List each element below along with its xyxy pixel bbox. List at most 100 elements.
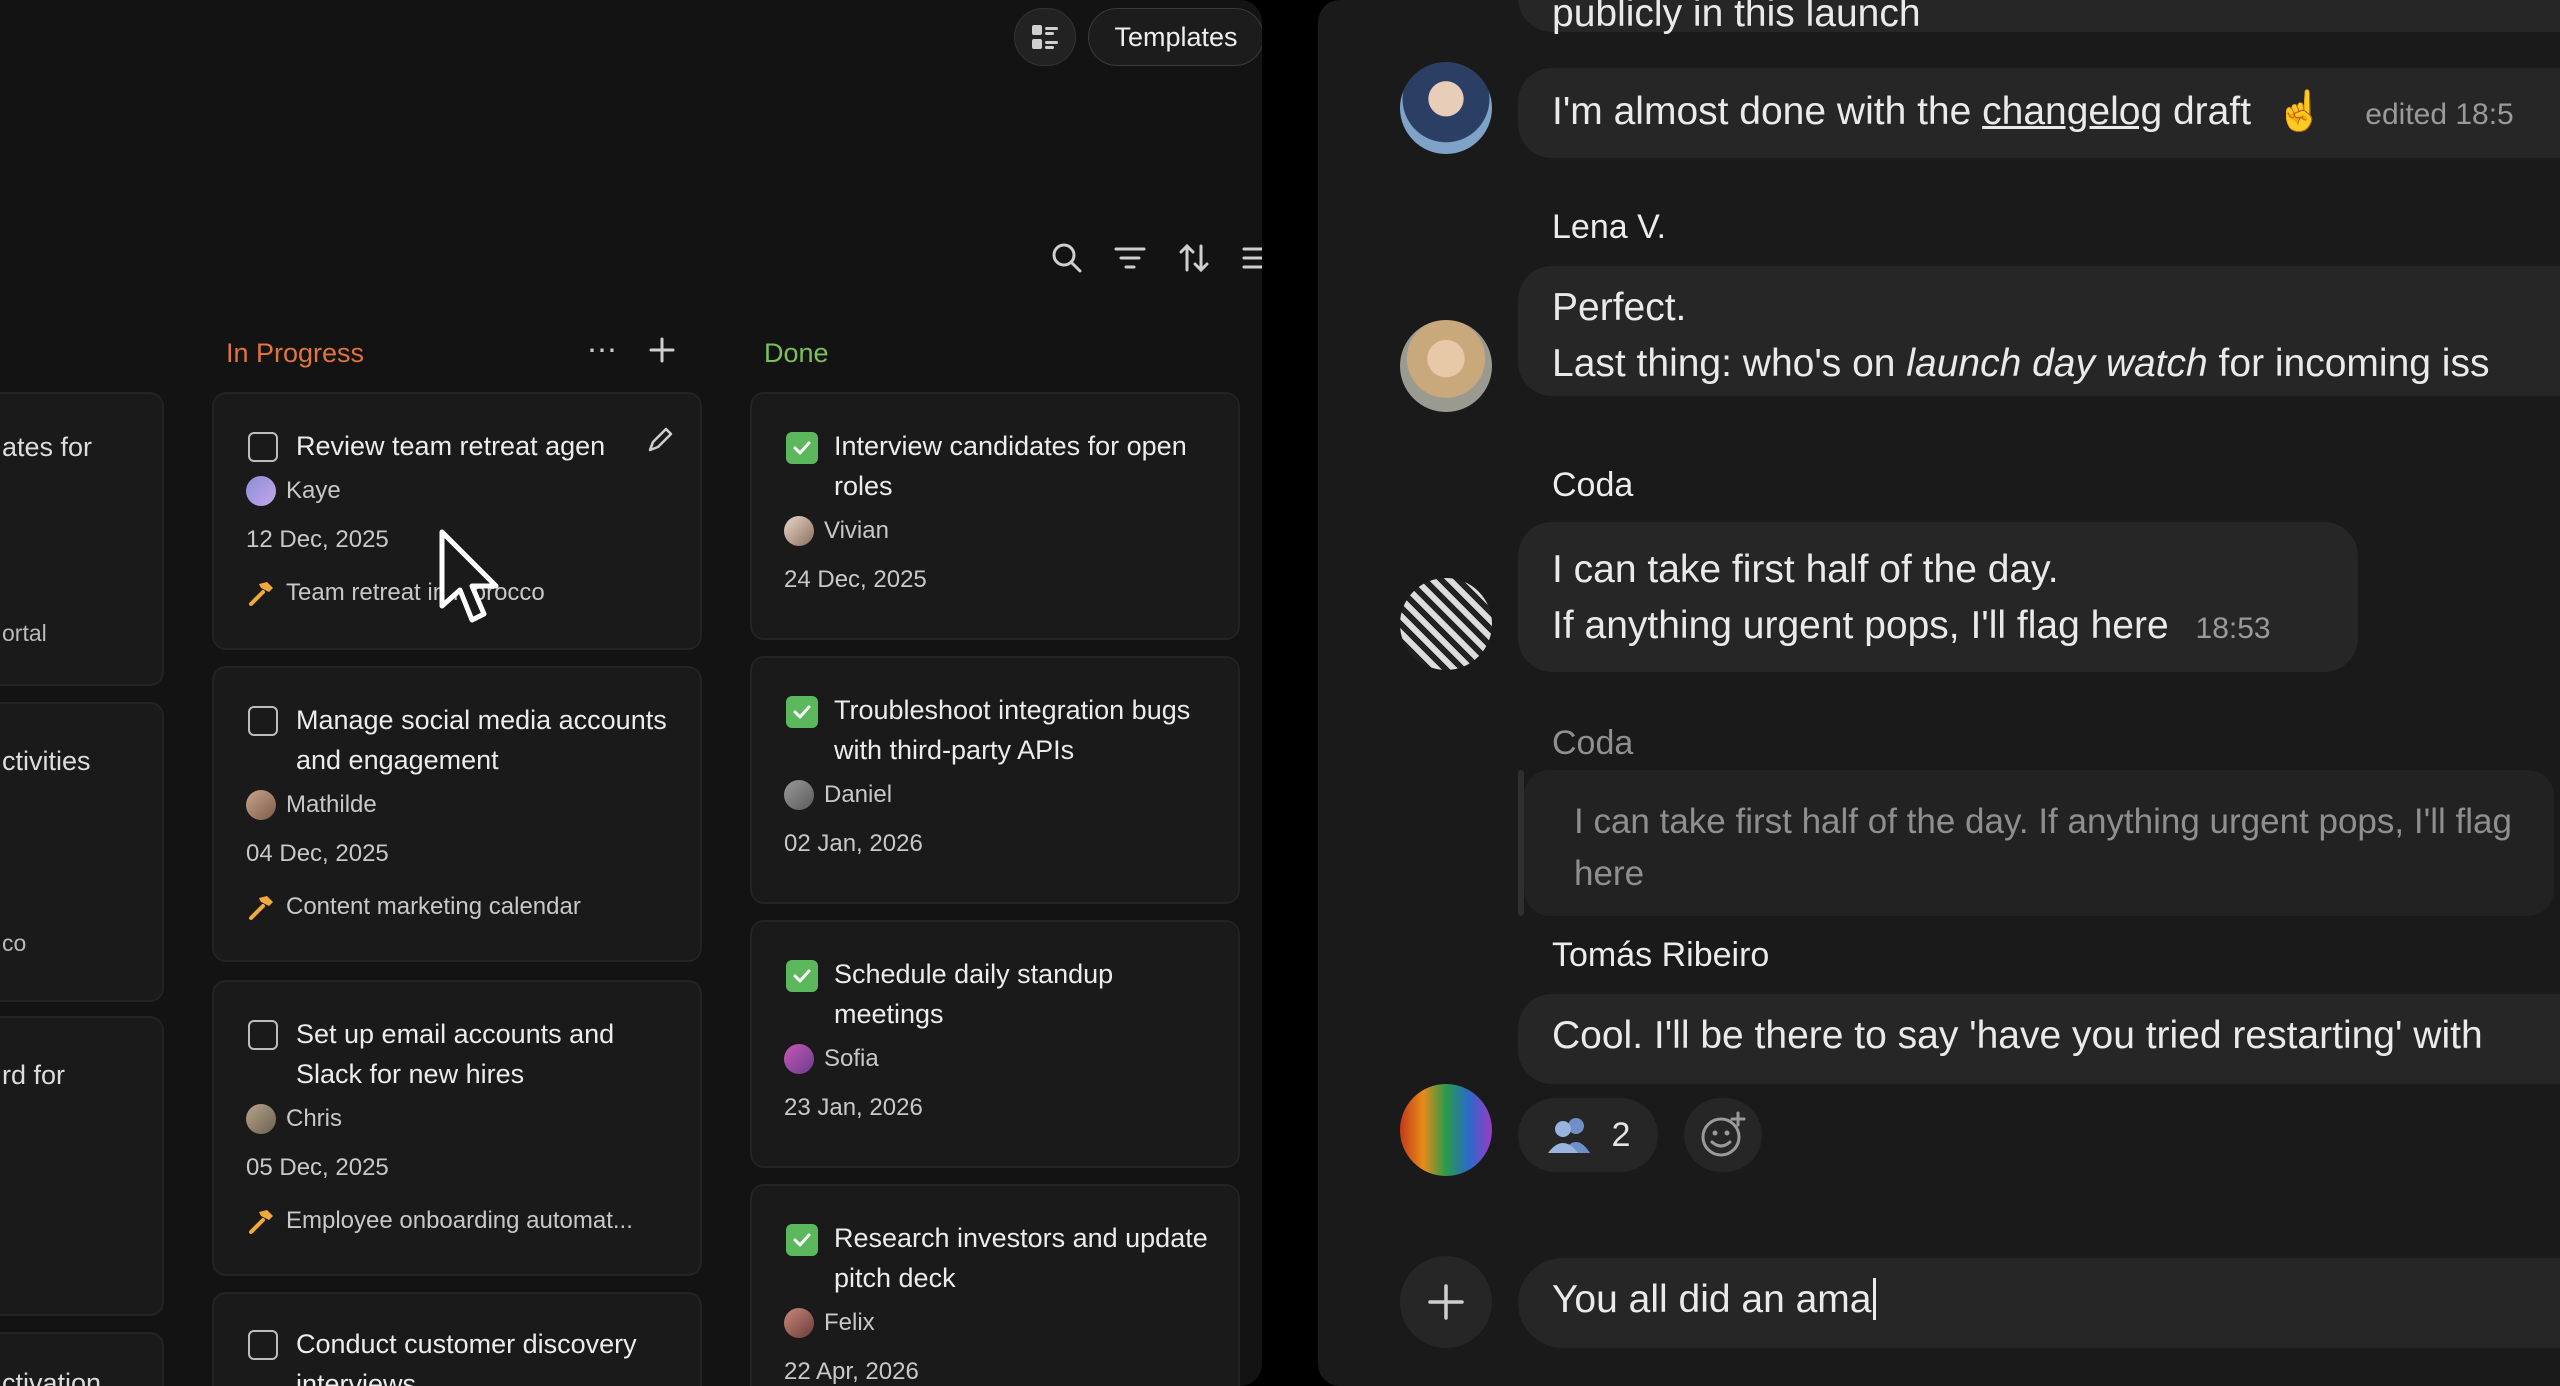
filter-icon[interactable] bbox=[1110, 238, 1150, 278]
add-reaction-button[interactable] bbox=[1684, 1098, 1762, 1172]
message-input-text: You all did an ama bbox=[1552, 1278, 1877, 1322]
task-checkbox-checked[interactable] bbox=[786, 696, 818, 728]
task-checkbox-checked[interactable] bbox=[786, 960, 818, 992]
task-title: Troubleshoot integration bugs with third… bbox=[834, 695, 1191, 765]
partial-card-title: rd for bbox=[2, 1060, 66, 1090]
avatar bbox=[1400, 320, 1492, 412]
task-assignee: Mathilde bbox=[246, 790, 377, 820]
avatar bbox=[784, 780, 814, 810]
changelog-link[interactable]: changelog bbox=[1982, 90, 2162, 133]
assignee-name: Vivian bbox=[824, 517, 889, 544]
task-due-date: 24 Dec, 2025 bbox=[784, 566, 927, 593]
edit-icon[interactable] bbox=[644, 424, 676, 461]
task-title: Schedule daily standup meetings bbox=[834, 959, 1114, 1029]
task-project: Content marketing calendar bbox=[246, 892, 581, 922]
task-card[interactable]: Troubleshoot integration bugs with third… bbox=[750, 656, 1240, 904]
people-emoji-icon bbox=[1547, 1118, 1590, 1153]
templates-button[interactable]: Templates bbox=[1088, 8, 1262, 66]
quoted-sender-name: Coda bbox=[1552, 724, 1634, 762]
message-bubble: I can take first half of the day. If any… bbox=[1518, 522, 2358, 672]
check-icon bbox=[793, 1233, 811, 1247]
task-assignee: Kaye bbox=[246, 476, 341, 506]
project-name: Employee onboarding automat... bbox=[286, 1207, 633, 1234]
message-text: publicly in this launch bbox=[1552, 0, 1921, 35]
check-icon bbox=[793, 969, 811, 983]
hammer-icon bbox=[249, 1210, 273, 1234]
avatar bbox=[1400, 1084, 1492, 1176]
add-card-icon[interactable] bbox=[642, 330, 682, 370]
message-timestamp: 18:53 bbox=[2195, 612, 2271, 645]
message-text-part: If anything urgent pops, I'll flag here bbox=[1552, 604, 2169, 647]
task-checkbox-checked[interactable] bbox=[786, 1224, 818, 1256]
task-checkbox-checked[interactable] bbox=[786, 432, 818, 464]
more-options-icon[interactable]: ⋯ bbox=[582, 330, 622, 370]
partial-card[interactable]: ates for ortal bbox=[0, 392, 164, 686]
group-settings-icon[interactable] bbox=[1236, 238, 1262, 278]
task-project: Employee onboarding automat... bbox=[246, 1206, 633, 1236]
quoted-message[interactable]: I can take first half of the day. If any… bbox=[1524, 770, 2554, 916]
message-text: I can take first half of the day. bbox=[1552, 548, 2059, 591]
text-caret bbox=[1873, 1278, 1877, 1320]
assignee-name: Daniel bbox=[824, 781, 893, 808]
message-text: If anything urgent pops, I'll flag here … bbox=[1552, 604, 2271, 648]
search-icon[interactable] bbox=[1047, 238, 1087, 278]
sender-name: Tomás Ribeiro bbox=[1552, 936, 1770, 974]
reaction-chip[interactable]: 2 bbox=[1518, 1098, 1658, 1172]
attach-button[interactable] bbox=[1400, 1256, 1492, 1348]
assignee-name: Felix bbox=[824, 1309, 875, 1336]
task-card[interactable]: Interview candidates for open roles Vivi… bbox=[750, 392, 1240, 640]
message-bubble: Perfect. Last thing: who's on launch day… bbox=[1518, 266, 2560, 396]
task-card[interactable]: Conduct customer discovery interviews bbox=[212, 1292, 702, 1386]
task-checkbox[interactable] bbox=[248, 432, 278, 462]
avatar bbox=[246, 1104, 276, 1134]
message-text-part: Last thing: who's on bbox=[1552, 342, 1907, 385]
task-checkbox[interactable] bbox=[248, 706, 278, 736]
reaction-count: 2 bbox=[1611, 1115, 1631, 1154]
task-card[interactable]: Manage social media accounts and engagem… bbox=[212, 666, 702, 962]
partial-card-title: ates for bbox=[2, 432, 93, 462]
assignee-name: Chris bbox=[286, 1105, 343, 1132]
column-title-done: Done bbox=[764, 338, 829, 368]
avatar bbox=[784, 1308, 814, 1338]
plus-icon bbox=[1428, 1284, 1464, 1320]
edited-timestamp: edited 18:5 bbox=[2365, 98, 2514, 131]
task-due-date: 02 Jan, 2026 bbox=[784, 830, 923, 857]
task-title: Interview candidates for open roles bbox=[834, 431, 1187, 501]
task-assignee: Felix bbox=[784, 1308, 875, 1338]
task-due-date: 04 Dec, 2025 bbox=[246, 840, 389, 867]
task-title: Manage social media accounts and engagem… bbox=[296, 705, 667, 775]
task-checkbox[interactable] bbox=[248, 1330, 278, 1360]
task-card[interactable]: Schedule daily standup meetings Sofia 23… bbox=[750, 920, 1240, 1168]
message-text: Perfect. bbox=[1552, 286, 1687, 329]
partial-card[interactable]: ctivation bbox=[0, 1332, 164, 1386]
message-bubble: I'm almost done with the changelog draft… bbox=[1518, 68, 2560, 158]
message-input-value: You all did an ama bbox=[1552, 1278, 1872, 1321]
avatar bbox=[246, 476, 276, 506]
assignee-name: Sofia bbox=[824, 1045, 879, 1072]
avatar bbox=[1400, 578, 1492, 670]
partial-card[interactable]: rd for bbox=[0, 1016, 164, 1316]
sort-icon[interactable] bbox=[1174, 238, 1214, 278]
task-due-date: 05 Dec, 2025 bbox=[246, 1154, 389, 1181]
list-layout-icon bbox=[1032, 25, 1058, 49]
pointing-up-emoji: ☝ bbox=[2275, 90, 2325, 133]
partial-card-title: ctivities bbox=[2, 746, 91, 776]
assignee-name: Kaye bbox=[286, 477, 341, 504]
task-checkbox[interactable] bbox=[248, 1020, 278, 1050]
task-card[interactable]: Set up email accounts and Slack for new … bbox=[212, 980, 702, 1276]
partial-card[interactable]: ctivities co bbox=[0, 702, 164, 1002]
message-text-part: draft bbox=[2162, 90, 2252, 133]
assignee-name: Mathilde bbox=[286, 791, 377, 818]
avatar bbox=[784, 1044, 814, 1074]
message-text-part: I'm almost done with the bbox=[1552, 90, 1983, 133]
task-title: Research investors and update pitch deck bbox=[834, 1223, 1208, 1293]
layout-toggle-button[interactable] bbox=[1014, 8, 1076, 66]
task-card[interactable]: Research investors and update pitch deck… bbox=[750, 1184, 1240, 1386]
task-title: Review team retreat agen bbox=[296, 431, 606, 461]
message-input[interactable]: You all did an ama bbox=[1518, 1258, 2560, 1348]
message-text: Cool. I'll be there to say 'have you tri… bbox=[1552, 1014, 2483, 1057]
task-due-date: 22 Apr, 2026 bbox=[784, 1358, 919, 1385]
message-text: Last thing: who's on launch day watch fo… bbox=[1552, 342, 2489, 386]
task-assignee: Sofia bbox=[784, 1044, 879, 1074]
task-assignee: Vivian bbox=[784, 516, 889, 546]
